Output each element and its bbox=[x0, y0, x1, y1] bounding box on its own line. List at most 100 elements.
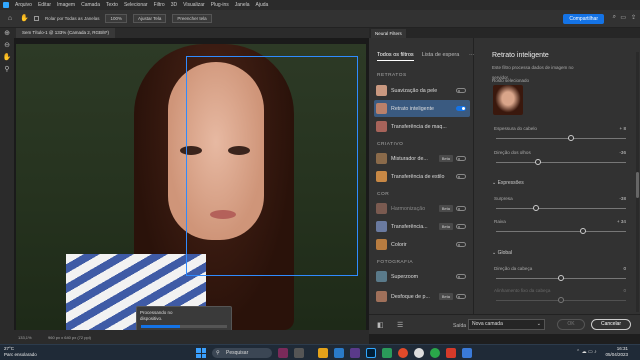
photoshop-taskbar-icon[interactable] bbox=[366, 348, 376, 358]
search-icon[interactable]: ⌕ bbox=[613, 14, 616, 21]
menu-layer[interactable]: Camada bbox=[81, 2, 100, 8]
colorize-toggle[interactable] bbox=[456, 242, 466, 247]
tab-all-filters[interactable]: Todos os filtros bbox=[377, 52, 414, 61]
whatsapp-icon[interactable] bbox=[430, 348, 440, 358]
app-green-icon[interactable] bbox=[382, 348, 392, 358]
blur-toggle[interactable] bbox=[456, 294, 466, 299]
selected-face-label: Rosto selecionado bbox=[492, 78, 530, 83]
scroll-all-checkbox[interactable] bbox=[34, 16, 39, 21]
chevron-down-icon: ⌄ bbox=[536, 321, 541, 327]
document-tab[interactable]: Sem Título-1 @ 133% (Camada 2, RGB/8*) bbox=[16, 28, 116, 38]
slider-knob[interactable] bbox=[558, 275, 564, 281]
workspace-icon[interactable]: ▭ bbox=[620, 14, 626, 21]
windows-start-icon[interactable] bbox=[196, 348, 206, 358]
zoom-icon[interactable]: ⚲ bbox=[0, 64, 14, 76]
filter-landscape-mixer[interactable]: Misturador de... Beta bbox=[374, 150, 470, 167]
section-expressions[interactable]: ⌄ Expressões bbox=[492, 180, 524, 186]
filter-superzoom[interactable]: Superzoom bbox=[374, 268, 470, 285]
hand-tool-icon[interactable]: ✋ bbox=[20, 15, 29, 23]
slider-label: Raiva bbox=[494, 219, 506, 224]
filter-color-transfer[interactable]: Transferência... Beta bbox=[374, 218, 470, 235]
slider-track[interactable] bbox=[496, 208, 626, 209]
menu-image[interactable]: Imagem bbox=[57, 2, 75, 8]
scrollbar-thumb[interactable] bbox=[636, 172, 639, 198]
ok-button[interactable]: OK bbox=[557, 319, 585, 330]
section-global[interactable]: ⌄ Global bbox=[492, 250, 512, 256]
slider-knob[interactable] bbox=[533, 205, 540, 211]
menu-select[interactable]: Selecionar bbox=[124, 2, 148, 8]
subtract-icon[interactable]: ⊖ bbox=[0, 40, 14, 52]
landscape-toggle[interactable] bbox=[456, 156, 466, 161]
face-selection-box[interactable] bbox=[186, 56, 358, 276]
weather-widget[interactable]: 27°C Parc ensolarado bbox=[4, 346, 37, 358]
output-select[interactable]: Nova camada ⌄ bbox=[468, 319, 545, 330]
skin-toggle[interactable] bbox=[456, 88, 466, 93]
settings-scrollbar[interactable] bbox=[636, 52, 639, 312]
filter-depth-blur[interactable]: Desfoque de p... Beta bbox=[374, 288, 470, 305]
app-blue2-icon[interactable] bbox=[462, 348, 472, 358]
slider-head-alignment[interactable]: Alinhamento fixo da cabeça 0 bbox=[494, 288, 626, 303]
app-blue-icon[interactable] bbox=[334, 348, 344, 358]
chrome-icon[interactable] bbox=[398, 348, 408, 358]
task-view-icon[interactable] bbox=[294, 348, 304, 358]
slider-knob[interactable] bbox=[568, 135, 575, 141]
harmonize-toggle[interactable] bbox=[456, 206, 466, 211]
transfer-thumb-icon bbox=[376, 221, 387, 232]
share-icon[interactable]: ⇪ bbox=[631, 14, 636, 21]
canvas-area[interactable] bbox=[14, 38, 369, 330]
style-toggle[interactable] bbox=[456, 174, 466, 179]
media-app-icon[interactable] bbox=[278, 348, 288, 358]
menu-plugins[interactable]: Plug-ins bbox=[211, 2, 229, 8]
menu-view[interactable]: Visualizar bbox=[183, 2, 205, 8]
fill-screen-button[interactable]: Preencher tela bbox=[172, 14, 212, 23]
system-tray-icons[interactable]: ⌃ ☁ ▭ ♪ bbox=[576, 349, 597, 355]
filter-makeup-transfer[interactable]: Transferência de maq... bbox=[374, 118, 470, 135]
filter-smart-portrait[interactable]: Retrato inteligente bbox=[374, 100, 470, 117]
tab-wait-list[interactable]: Lista de espera bbox=[422, 52, 460, 61]
slider-track[interactable] bbox=[496, 162, 626, 163]
app-white-icon[interactable] bbox=[414, 348, 424, 358]
slider-knob[interactable] bbox=[534, 159, 541, 165]
menu-window[interactable]: Janela bbox=[235, 2, 250, 8]
menu-filter[interactable]: Filtro bbox=[154, 2, 165, 8]
menu-type[interactable]: Texto bbox=[106, 2, 118, 8]
hand-icon[interactable]: ✋ bbox=[0, 52, 14, 64]
slider-anger[interactable]: Raiva + 34 bbox=[494, 219, 626, 234]
slider-eye-direction[interactable]: Direção dos olhos -36 bbox=[494, 150, 626, 165]
slider-hair-thickness[interactable]: Espessura do cabelo + 8 bbox=[494, 126, 626, 141]
taskbar-clock[interactable]: 16:31 05/04/2023 bbox=[605, 346, 628, 358]
preview-icon[interactable]: ◧ bbox=[377, 321, 384, 329]
file-explorer-icon[interactable] bbox=[318, 348, 328, 358]
zoom-status[interactable]: 133,1% bbox=[18, 335, 32, 340]
superzoom-toggle[interactable] bbox=[456, 274, 466, 279]
cancel-button[interactable]: Cancelar bbox=[591, 319, 631, 330]
menu-edit[interactable]: Editar bbox=[38, 2, 51, 8]
menu-file[interactable]: Arquivo bbox=[15, 2, 32, 8]
menu-3d[interactable]: 3D bbox=[171, 2, 177, 8]
share-button[interactable]: Compartilhar bbox=[563, 14, 604, 24]
slider-head-direction[interactable]: Direção da cabeça 0 bbox=[494, 266, 626, 281]
slider-knob[interactable] bbox=[580, 228, 587, 234]
app-purple-icon[interactable] bbox=[350, 348, 360, 358]
fit-screen-button[interactable]: Ajustar Tela bbox=[132, 14, 167, 23]
taskbar-search[interactable]: ⚲ Pesquisar bbox=[212, 348, 272, 358]
slider-surprise[interactable]: Surpresa -38 bbox=[494, 196, 626, 211]
zoom-100-button[interactable]: 100% bbox=[105, 14, 127, 23]
selected-face-thumbnail[interactable] bbox=[493, 85, 523, 115]
filter-skin-smoothing[interactable]: Suavização da pele bbox=[374, 82, 470, 99]
app-red-icon[interactable] bbox=[446, 348, 456, 358]
category-photography: FOTOGRAFIA bbox=[377, 260, 414, 265]
menu-help[interactable]: Ajuda bbox=[256, 2, 269, 8]
add-icon[interactable]: ⊕ bbox=[0, 28, 14, 40]
slider-label: Direção dos olhos bbox=[494, 150, 531, 155]
portrait-toggle[interactable] bbox=[456, 106, 466, 111]
filter-harmonization[interactable]: Harmonização Beta bbox=[374, 200, 470, 217]
filter-colorize[interactable]: Colorir bbox=[374, 236, 470, 253]
home-icon[interactable]: ⌂ bbox=[6, 15, 14, 23]
slider-track[interactable] bbox=[496, 138, 626, 139]
filter-style-transfer[interactable]: Transferência de estilo bbox=[374, 168, 470, 185]
slider-track[interactable] bbox=[496, 231, 626, 232]
slider-knob[interactable] bbox=[558, 297, 564, 303]
transfer-toggle[interactable] bbox=[456, 224, 466, 229]
layers-icon[interactable]: ☰ bbox=[397, 321, 403, 329]
